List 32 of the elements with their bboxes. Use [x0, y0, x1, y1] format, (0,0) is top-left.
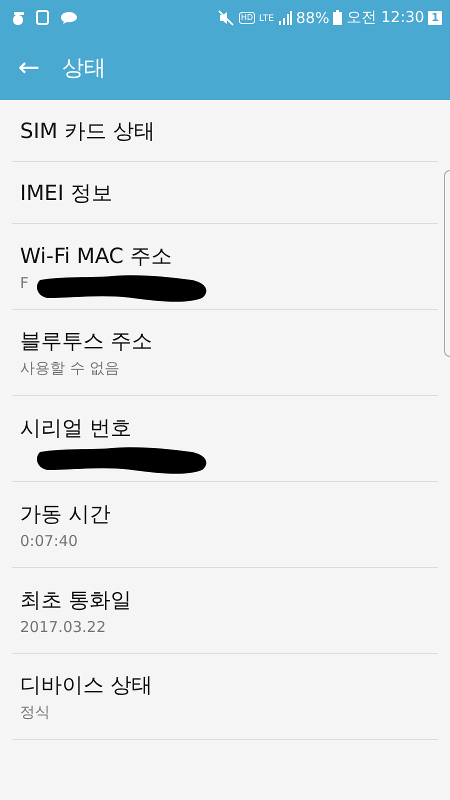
item-title: 디바이스 상태: [20, 672, 154, 699]
status-item[interactable]: SIM 카드 상태: [12, 100, 438, 162]
screen-title: 상태: [62, 54, 106, 82]
item-title: 시리얼 번호: [20, 414, 133, 442]
status-item[interactable]: 디바이스 상태 정식: [12, 654, 438, 740]
item-value: 정식: [20, 703, 51, 722]
battery-icon: [333, 10, 342, 25]
status-item[interactable]: Wi-Fi MAC 주소 F: [12, 224, 438, 310]
status-item[interactable]: 블루투스 주소 사용할 수 없음: [12, 310, 438, 396]
network-label: LTE: [259, 14, 274, 24]
item-value: F: [20, 274, 30, 292]
clock: 오전 12:30: [346, 8, 424, 27]
status-item[interactable]: IMEI 정보: [12, 162, 438, 224]
phone-icon: [36, 10, 50, 26]
item-value: 2017.03.22: [20, 618, 107, 636]
item-title: SIM 카드 상태: [20, 118, 156, 144]
notification-count: 1: [428, 10, 442, 24]
item-title: 최초 통화일: [20, 586, 133, 614]
item-value: 0:07:40: [20, 532, 79, 550]
item-title: Wi-Fi MAC 주소: [20, 242, 174, 270]
item-title: 블루투스 주소: [20, 328, 154, 355]
status-item[interactable]: 시리얼 번호: [12, 396, 438, 482]
item-title: 가동 시간: [20, 500, 112, 528]
chat-bubble-icon: [60, 10, 78, 24]
signal-icon: [278, 10, 292, 24]
hd-label: HD: [238, 12, 256, 24]
item-value: 사용할 수 없음: [20, 359, 121, 378]
battery-percent: 88%: [296, 8, 330, 26]
status-item[interactable]: 가동 시간 0:07:40: [12, 482, 438, 568]
item-title: IMEI 정보: [20, 180, 114, 206]
mute-icon: [216, 10, 235, 26]
status-item[interactable]: 최초 통화일 2017.03.22: [12, 568, 438, 654]
